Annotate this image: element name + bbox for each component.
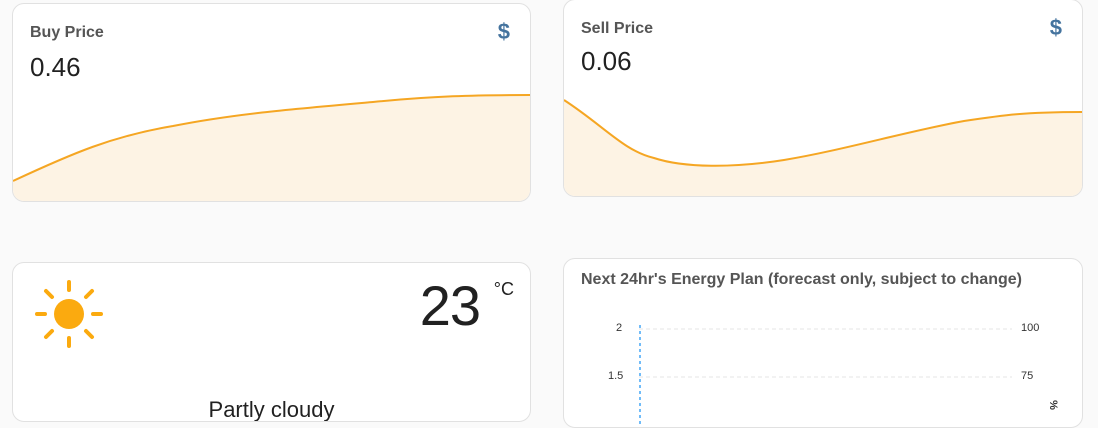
sell-price-card[interactable]: Sell Price 0.06 $ (563, 0, 1083, 197)
buy-price-title: Buy Price (30, 24, 104, 41)
buy-price-card[interactable]: Buy Price 0.46 $ (12, 3, 531, 202)
right-axis-unit: % (1046, 400, 1059, 410)
temperature-unit: °C (493, 279, 514, 299)
sell-price-title: Sell Price (581, 20, 654, 37)
currency-usd-icon: $ (1049, 15, 1062, 40)
weather-card[interactable]: 23 °C Partly cloudy (12, 262, 531, 422)
sun-icon (35, 280, 103, 348)
currency-usd-icon: $ (497, 19, 510, 44)
energy-plan-card[interactable]: Next 24hr's Energy Plan (forecast only, … (563, 258, 1083, 428)
weather-condition: Partly cloudy (208, 397, 335, 422)
buy-price-value: 0.46 (30, 52, 81, 82)
buy-price-graph (13, 94, 530, 201)
temperature-value: 23 (419, 274, 481, 337)
sell-price-graph (564, 99, 1082, 196)
energy-plan-chart (639, 325, 1012, 427)
sell-price-value: 0.06 (581, 46, 632, 76)
